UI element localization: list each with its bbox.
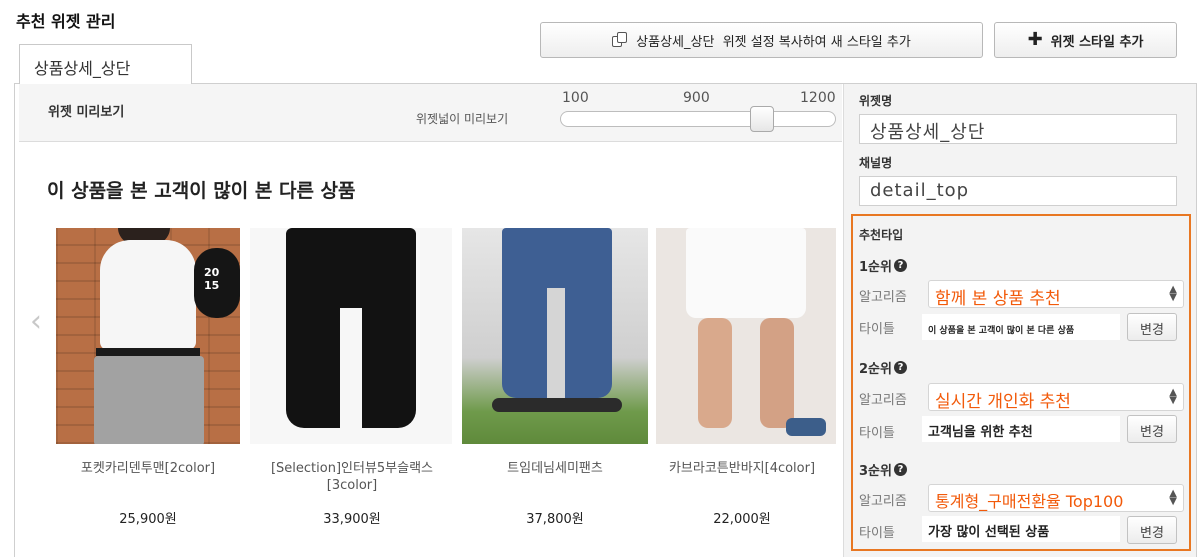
product-price: 22,000원 [713, 512, 771, 527]
rank-1-label: 1순위? [859, 256, 907, 275]
product-image[interactable] [250, 228, 452, 444]
change-button[interactable]: 변경 [1127, 415, 1177, 443]
channel-name-label: 채널명 [859, 156, 893, 170]
select-arrow-icon: ▲ ▼ [1169, 284, 1177, 303]
help-icon[interactable]: ? [893, 361, 907, 374]
chevron-left-icon[interactable]: ‹ [30, 304, 42, 339]
algorithm-label: 알고리즘 [859, 290, 907, 305]
select-arrow-icon: ▲ ▼ [1169, 488, 1177, 507]
algorithm-label: 알고리즘 [859, 494, 907, 509]
product-price: 33,900원 [323, 512, 381, 527]
change-button[interactable]: 변경 [1127, 516, 1177, 544]
product-image[interactable] [462, 228, 648, 444]
rank-2-label: 2순위? [859, 358, 907, 377]
help-icon[interactable]: ? [893, 259, 907, 272]
slider-tick-min: 100 [562, 90, 589, 106]
select-arrow-icon: ▲ ▼ [1169, 387, 1177, 406]
preview-label: 위젯 미리보기 [48, 105, 125, 120]
add-style-button-label: 위젯 스타일 추가 [1050, 34, 1144, 50]
copy-style-button-label: 상품상세_상단 위젯 설정 복사하여 새 스타일 추가 [636, 34, 911, 50]
copy-style-button[interactable]: 상품상세_상단 위젯 설정 복사하여 새 스타일 추가 [540, 22, 983, 58]
title-label: 타이틀 [859, 526, 895, 541]
help-icon[interactable]: ? [893, 463, 907, 476]
rec-type-label: 추천타입 [859, 228, 904, 242]
product-price: 25,900원 [119, 512, 177, 527]
channel-name-input[interactable]: detail_top [859, 176, 1177, 206]
width-slider-handle[interactable] [750, 106, 774, 132]
algorithm-select-1[interactable]: 함께 본 상품 추천 ▲ ▼ [928, 280, 1184, 308]
plus-icon: ✚ [1027, 29, 1043, 50]
product-image[interactable] [656, 228, 836, 444]
title-input-2[interactable]: 고객님을 위한 추천 [922, 416, 1120, 442]
title-label: 타이틀 [859, 322, 895, 337]
widget-heading: 이 상품을 본 고객이 많이 본 다른 상품 [47, 180, 356, 202]
product-name[interactable]: 포켓카리덴투맨[2color] [56, 460, 240, 477]
algorithm-select-3[interactable]: 통계형_구매전환율 Top100 ▲ ▼ [928, 484, 1184, 512]
widget-name-label: 위젯명 [859, 94, 893, 108]
change-button[interactable]: 변경 [1127, 313, 1177, 341]
page-title: 추천 위젯 관리 [16, 12, 116, 31]
title-input-1[interactable]: 이 상품을 본 고객이 많이 본 다른 상품 [922, 314, 1120, 340]
width-slider-track[interactable] [560, 111, 836, 127]
rank-3-label: 3순위? [859, 460, 907, 479]
widget-name-input[interactable]: 상품상세_상단 [859, 114, 1177, 144]
product-name[interactable]: 카브라코튼반바지[4color] [644, 460, 840, 477]
product-price: 37,800원 [526, 512, 584, 527]
algorithm-label: 알고리즘 [859, 393, 907, 408]
slider-tick-max: 1200 [800, 90, 836, 106]
add-style-button[interactable]: ✚ 위젯 스타일 추가 [994, 22, 1177, 58]
width-preview-label: 위젯넓이 미리보기 [416, 112, 509, 126]
algorithm-select-2[interactable]: 실시간 개인화 추천 ▲ ▼ [928, 383, 1184, 411]
copy-icon [612, 32, 628, 48]
title-input-3[interactable]: 가장 많이 선택된 상품 [922, 516, 1120, 542]
product-image[interactable]: 20 15 [56, 228, 240, 444]
tab-widget[interactable]: 상품상세_상단 [19, 44, 192, 84]
product-name[interactable]: 트임데님세미팬츠 [462, 460, 648, 477]
slider-tick-mid: 900 [683, 90, 710, 106]
title-label: 타이틀 [859, 426, 895, 441]
product-name[interactable]: [Selection]인터뷰5부슬랙스[3color] [254, 460, 450, 494]
tab-label: 상품상세_상단 [34, 59, 131, 78]
